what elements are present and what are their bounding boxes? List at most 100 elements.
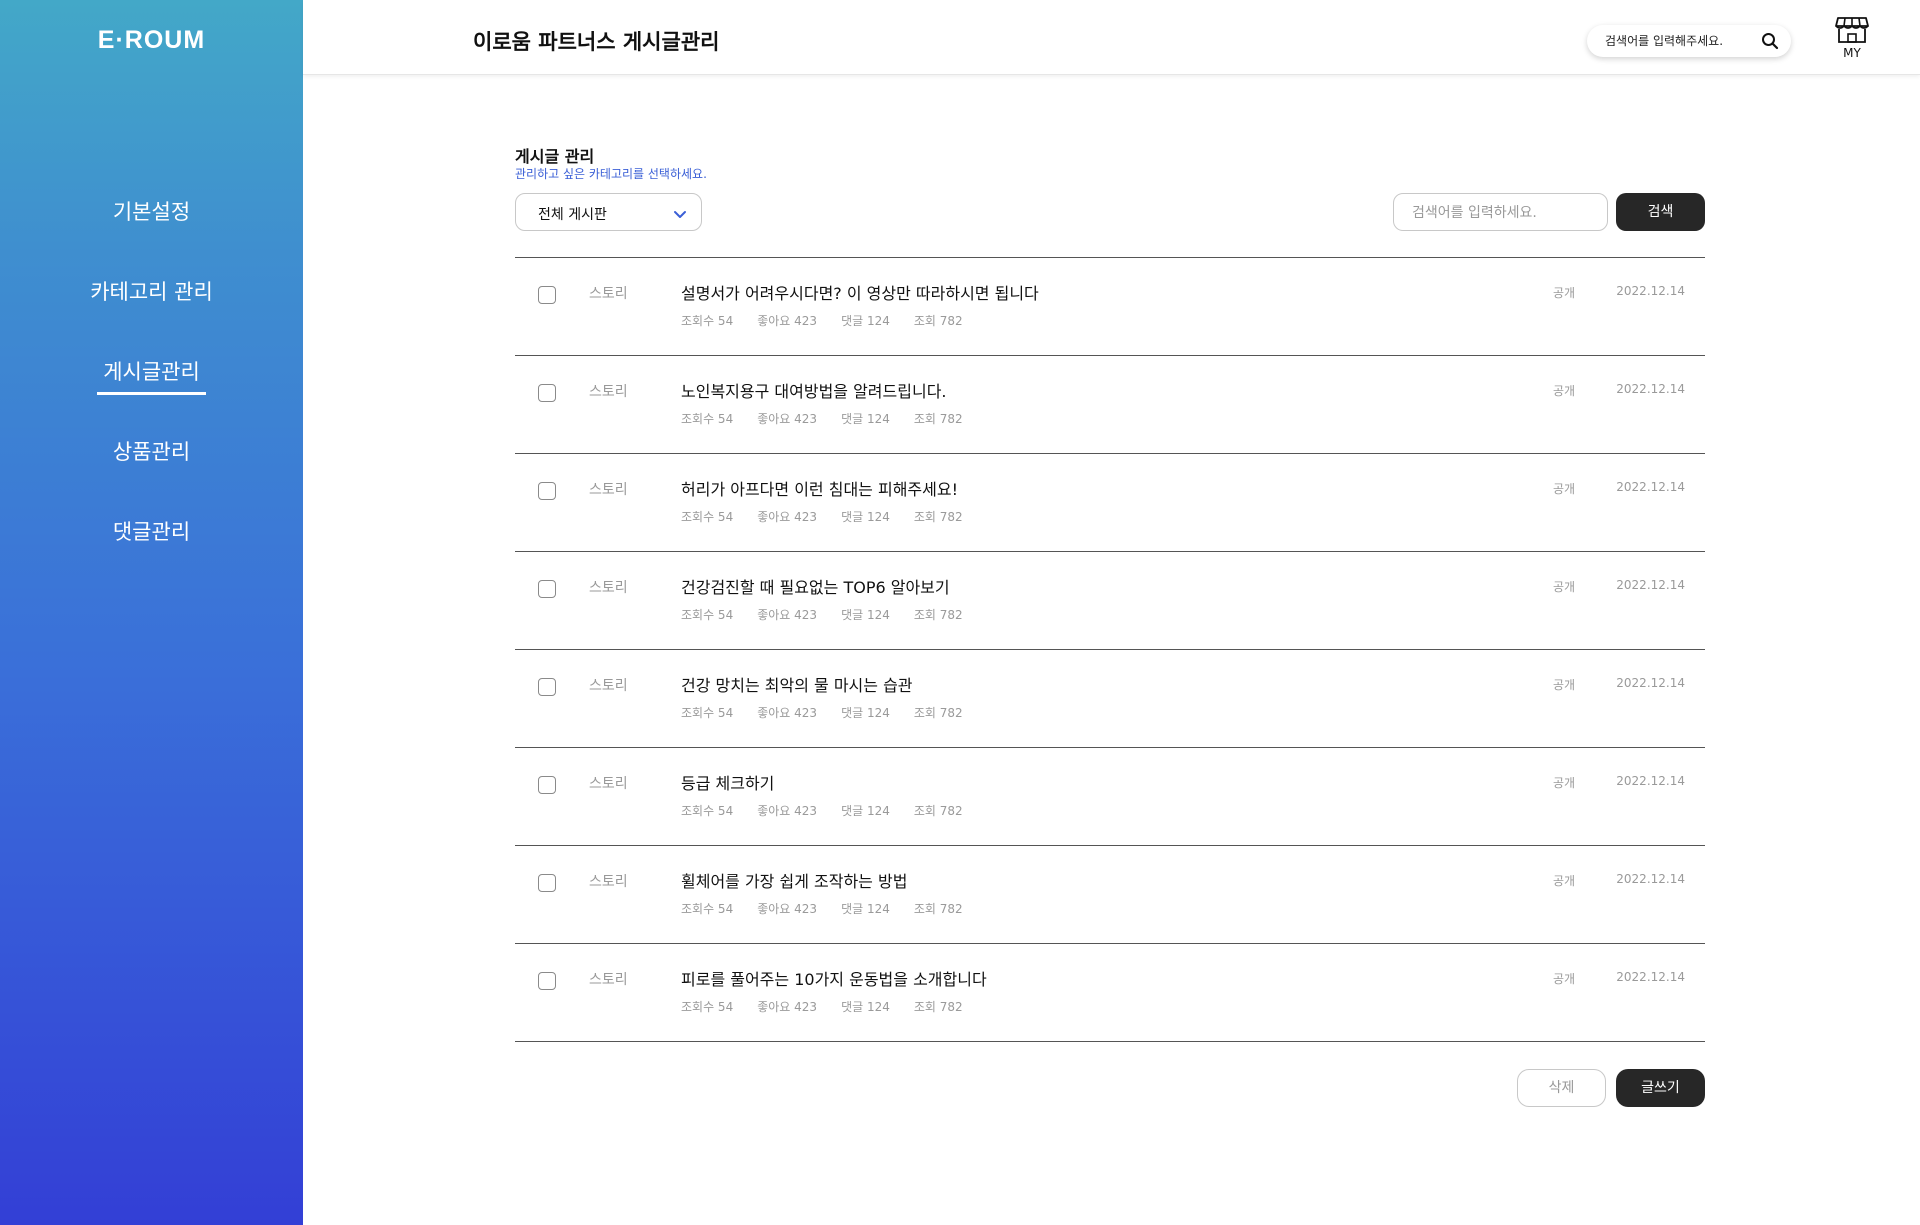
post-category: 스토리 (589, 874, 628, 890)
post-likes: 좋아요 423 (757, 412, 818, 426)
board-select[interactable]: 전체 게시판 (515, 193, 702, 231)
post-title[interactable]: 피로를 풀어주는 10가지 운동법을 소개합니다 (681, 966, 987, 990)
post-date: 2022.12.14 (1616, 578, 1685, 592)
row-checkbox[interactable] (538, 580, 556, 598)
list-item[interactable]: 스토리 휠체어를 가장 쉽게 조작하는 방법 조회수 54 좋아요 423 댓글 1… (515, 846, 1705, 944)
row-checkbox[interactable] (538, 776, 556, 794)
post-reads: 조회 782 (913, 1000, 963, 1014)
post-status: 공개 (1553, 874, 1576, 888)
post-search[interactable] (1393, 193, 1608, 231)
post-comments: 댓글 124 (841, 804, 890, 818)
sidebar-item-basic-settings[interactable]: 기본설정 (0, 190, 303, 270)
post-likes: 좋아요 423 (757, 510, 818, 524)
post-meta: 조회수 54 좋아요 423 댓글 124 조회 782 (681, 508, 987, 525)
post-category: 스토리 (589, 482, 628, 498)
header-search[interactable] (1587, 25, 1791, 57)
list-item[interactable]: 스토리 등급 체크하기 조회수 54 좋아요 423 댓글 124 조회 782 공개… (515, 748, 1705, 846)
store-icon (1830, 16, 1874, 44)
post-title[interactable]: 휠체어를 가장 쉽게 조작하는 방법 (681, 868, 907, 892)
post-likes: 좋아요 423 (757, 608, 818, 622)
post-category: 스토리 (589, 286, 628, 302)
row-checkbox[interactable] (538, 286, 556, 304)
row-checkbox[interactable] (538, 874, 556, 892)
post-likes: 좋아요 423 (757, 1000, 818, 1014)
post-comments: 댓글 124 (841, 510, 890, 524)
post-category: 스토리 (589, 580, 628, 596)
post-status: 공개 (1553, 580, 1576, 594)
row-checkbox[interactable] (538, 482, 556, 500)
post-meta: 조회수 54 좋아요 423 댓글 124 조회 782 (681, 998, 987, 1015)
board-select-value: 전체 게시판 (538, 207, 607, 223)
post-category: 스토리 (589, 972, 628, 988)
post-views: 조회수 54 (681, 902, 734, 916)
post-comments: 댓글 124 (841, 314, 890, 328)
search-button[interactable]: 검색 (1616, 193, 1705, 231)
post-title[interactable]: 설명서가 어려우시다면? 이 영상만 따라하시면 됩니다 (681, 280, 1039, 304)
post-reads: 조회 782 (913, 412, 963, 426)
post-title[interactable]: 건강 망치는 최악의 물 마시는 습관 (681, 672, 913, 696)
sidebar: E·ROUM 기본설정 카테고리 관리 게시글관리 상품관리 댓글관리 (0, 0, 303, 1225)
post-reads: 조회 782 (913, 902, 963, 916)
post-likes: 좋아요 423 (757, 706, 818, 720)
post-comments: 댓글 124 (841, 706, 890, 720)
search-icon[interactable] (1761, 32, 1779, 50)
list-item[interactable]: 스토리 노인복지용구 대여방법을 알려드립니다. 조회수 54 좋아요 423 댓글… (515, 356, 1705, 454)
sidebar-item-label: 기본설정 (112, 200, 191, 224)
delete-button[interactable]: 삭제 (1517, 1069, 1606, 1107)
row-checkbox[interactable] (538, 384, 556, 402)
post-date: 2022.12.14 (1616, 676, 1685, 690)
row-checkbox[interactable] (538, 972, 556, 990)
post-meta: 조회수 54 좋아요 423 댓글 124 조회 782 (681, 704, 987, 721)
post-status: 공개 (1553, 286, 1576, 300)
section-title: 게시글 관리 (515, 147, 595, 166)
list-item[interactable]: 스토리 건강검진할 때 필요없는 TOP6 알아보기 조회수 54 좋아요 423… (515, 552, 1705, 650)
sidebar-item-label: 카테고리 관리 (90, 280, 213, 304)
post-comments: 댓글 124 (841, 608, 890, 622)
my-label: MY (1843, 46, 1861, 60)
list-item[interactable]: 스토리 피로를 풀어주는 10가지 운동법을 소개합니다 조회수 54 좋아요 4… (515, 944, 1705, 1042)
post-reads: 조회 782 (913, 314, 963, 328)
sidebar-item-label: 게시글관리 (97, 352, 206, 395)
post-reads: 조회 782 (913, 608, 963, 622)
post-reads: 조회 782 (913, 706, 963, 720)
post-date: 2022.12.14 (1616, 284, 1685, 298)
post-views: 조회수 54 (681, 706, 734, 720)
post-date: 2022.12.14 (1616, 872, 1685, 886)
post-title[interactable]: 노인복지용구 대여방법을 알려드립니다. (681, 378, 947, 402)
post-date: 2022.12.14 (1616, 774, 1685, 788)
post-views: 조회수 54 (681, 804, 734, 818)
list-item[interactable]: 스토리 설명서가 어려우시다면? 이 영상만 따라하시면 됩니다 조회수 54 좋… (515, 258, 1705, 356)
post-date: 2022.12.14 (1616, 382, 1685, 396)
post-date: 2022.12.14 (1616, 970, 1685, 984)
post-date: 2022.12.14 (1616, 480, 1685, 494)
post-meta: 조회수 54 좋아요 423 댓글 124 조회 782 (681, 606, 987, 623)
logo[interactable]: E·ROUM (0, 26, 303, 55)
post-views: 조회수 54 (681, 412, 734, 426)
row-checkbox[interactable] (538, 678, 556, 696)
sidebar-item-product-management[interactable]: 상품관리 (0, 430, 303, 510)
sidebar-item-comment-management[interactable]: 댓글관리 (0, 510, 303, 590)
sidebar-item-label: 상품관리 (112, 440, 191, 464)
top-header: 이로움 파트너스 게시글관리 MY (303, 0, 1920, 75)
post-title[interactable]: 건강검진할 때 필요없는 TOP6 알아보기 (681, 574, 950, 598)
post-meta: 조회수 54 좋아요 423 댓글 124 조회 782 (681, 802, 987, 819)
post-status: 공개 (1553, 482, 1576, 496)
sidebar-item-category-management[interactable]: 카테고리 관리 (0, 270, 303, 350)
write-button[interactable]: 글쓰기 (1616, 1069, 1705, 1107)
list-item[interactable]: 스토리 허리가 아프다면 이런 침대는 피해주세요! 조회수 54 좋아요 423… (515, 454, 1705, 552)
post-category: 스토리 (589, 776, 628, 792)
post-title[interactable]: 허리가 아프다면 이런 침대는 피해주세요! (681, 476, 958, 500)
post-likes: 좋아요 423 (757, 804, 818, 818)
header-search-input[interactable] (1605, 31, 1755, 51)
post-search-input[interactable] (1412, 203, 1592, 223)
post-meta: 조회수 54 좋아요 423 댓글 124 조회 782 (681, 312, 987, 329)
post-title[interactable]: 등급 체크하기 (681, 770, 774, 794)
chevron-down-icon (673, 206, 687, 220)
my-button[interactable]: MY (1830, 16, 1874, 66)
post-views: 조회수 54 (681, 510, 734, 524)
post-status: 공개 (1553, 972, 1576, 986)
post-status: 공개 (1553, 678, 1576, 692)
list-item[interactable]: 스토리 건강 망치는 최악의 물 마시는 습관 조회수 54 좋아요 423 댓글 … (515, 650, 1705, 748)
post-category: 스토리 (589, 678, 628, 694)
sidebar-item-post-management[interactable]: 게시글관리 (0, 350, 303, 430)
